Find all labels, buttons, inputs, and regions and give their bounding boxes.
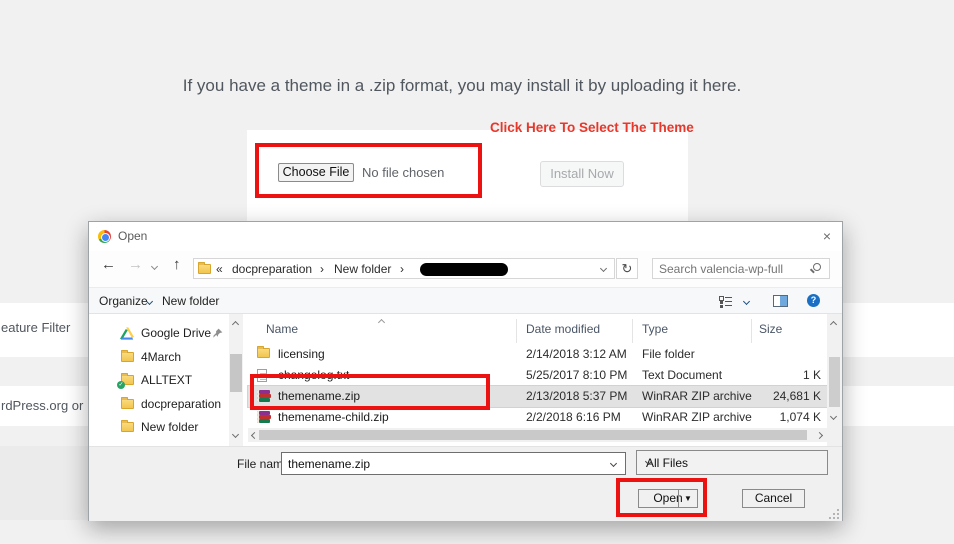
- bg-gray-band: [0, 446, 88, 520]
- list-horizontal-scrollbar[interactable]: [248, 428, 827, 442]
- close-icon[interactable]: ×: [816, 226, 838, 246]
- preview-pane-icon[interactable]: [773, 295, 788, 307]
- annotation-box-choose-file: [255, 143, 482, 198]
- wordpress-partial-text: rdPress.org or: [1, 398, 83, 413]
- up-icon[interactable]: ↑: [173, 256, 181, 273]
- column-header-type[interactable]: Type: [642, 322, 668, 336]
- h-scrollbar-thumb[interactable]: [259, 430, 807, 440]
- dialog-toolbar: Organize New folder ?: [89, 287, 842, 314]
- column-divider[interactable]: [516, 319, 517, 343]
- file-row-themename-child[interactable]: themename-child.zip 2/2/2018 6:16 PM Win…: [248, 407, 827, 428]
- google-drive-icon: [120, 327, 134, 340]
- column-header-size[interactable]: Size: [759, 322, 782, 336]
- pin-icon: [213, 328, 223, 338]
- forward-icon[interactable]: →: [128, 256, 143, 273]
- folder-icon: [121, 352, 134, 362]
- breadcrumb-item-docpreparation[interactable]: docpreparation: [232, 262, 312, 276]
- sidebar-item-4march[interactable]: 4March: [89, 347, 227, 369]
- breadcrumb-item-new-folder[interactable]: New folder: [334, 262, 391, 276]
- redacted-breadcrumb-item: [420, 263, 508, 276]
- folder-icon: [121, 399, 134, 409]
- folder-icon: [198, 264, 211, 274]
- view-details-icon[interactable]: [719, 296, 732, 307]
- address-dropdown-icon[interactable]: [600, 265, 607, 272]
- sidebar-item-new-folder[interactable]: New folder: [89, 417, 227, 439]
- folder-icon: [257, 348, 270, 358]
- chrome-icon: [98, 230, 111, 243]
- folder-icon: [121, 422, 134, 432]
- list-scrollbar-thumb[interactable]: [829, 357, 840, 407]
- file-name-combobox[interactable]: [281, 452, 626, 475]
- resize-grip[interactable]: [829, 509, 839, 519]
- sync-check-icon: ✓: [117, 381, 125, 389]
- file-name-input[interactable]: [288, 455, 598, 472]
- dialog-navrow: ← → ↑ « docpreparation › New folder › ↻: [89, 251, 842, 287]
- new-folder-button[interactable]: New folder: [162, 294, 219, 308]
- feature-filter-partial-text: eature Filter: [1, 320, 70, 335]
- help-icon[interactable]: ?: [807, 294, 820, 307]
- column-header-name[interactable]: Name: [266, 322, 298, 336]
- page-title: If you have a theme in a .zip format, yo…: [0, 76, 924, 96]
- scroll-left-icon[interactable]: [251, 432, 258, 439]
- address-bar[interactable]: « docpreparation › New folder ›: [193, 258, 615, 279]
- column-divider[interactable]: [632, 319, 633, 343]
- sidebar-scrollbar-thumb[interactable]: [230, 354, 242, 392]
- cancel-button[interactable]: Cancel: [742, 489, 805, 508]
- winrar-zip-icon: [257, 411, 270, 424]
- column-header-date[interactable]: Date modified: [526, 322, 600, 336]
- view-dropdown-icon[interactable]: [743, 298, 750, 305]
- search-box[interactable]: [652, 258, 830, 279]
- breadcrumb-separator: ›: [400, 262, 404, 276]
- annotation-box-open: [616, 478, 707, 517]
- search-input[interactable]: [659, 260, 809, 277]
- recent-locations-icon[interactable]: [151, 263, 158, 270]
- annotation-box-themename: [250, 374, 490, 410]
- column-divider[interactable]: [751, 319, 752, 343]
- organize-menu[interactable]: Organize: [99, 294, 148, 308]
- breadcrumb-separator: ›: [320, 262, 324, 276]
- file-type-value: All Files: [646, 456, 688, 470]
- install-now-button[interactable]: Install Now: [540, 161, 624, 187]
- file-type-select[interactable]: All Files: [636, 450, 828, 475]
- dialog-footer: File name: All Files Open ▼ Cancel: [89, 446, 842, 521]
- back-icon[interactable]: ←: [101, 256, 116, 273]
- combo-dropdown-icon[interactable]: [610, 460, 617, 467]
- dialog-titlebar[interactable]: Open ×: [89, 222, 842, 251]
- sidebar-item-docpreparation[interactable]: docpreparation: [89, 394, 227, 416]
- sidebar-item-alltext[interactable]: ✓ ALLTEXT: [89, 370, 227, 392]
- dialog-title: Open: [118, 229, 147, 243]
- annotation-text: Click Here To Select The Theme: [490, 120, 694, 135]
- refresh-button[interactable]: ↻: [616, 258, 638, 279]
- search-icon: [813, 263, 821, 271]
- screen: eature Filter rdPress.org or If you have…: [0, 0, 954, 544]
- breadcrumb-overflow[interactable]: «: [216, 262, 223, 276]
- sidebar-item-google-drive[interactable]: Google Drive: [89, 323, 227, 345]
- file-row-licensing[interactable]: licensing 2/14/2018 3:12 AM File folder: [248, 344, 827, 365]
- scroll-right-icon[interactable]: [816, 432, 823, 439]
- open-file-dialog: Open × ← → ↑ « docpreparation › New fold…: [88, 221, 843, 521]
